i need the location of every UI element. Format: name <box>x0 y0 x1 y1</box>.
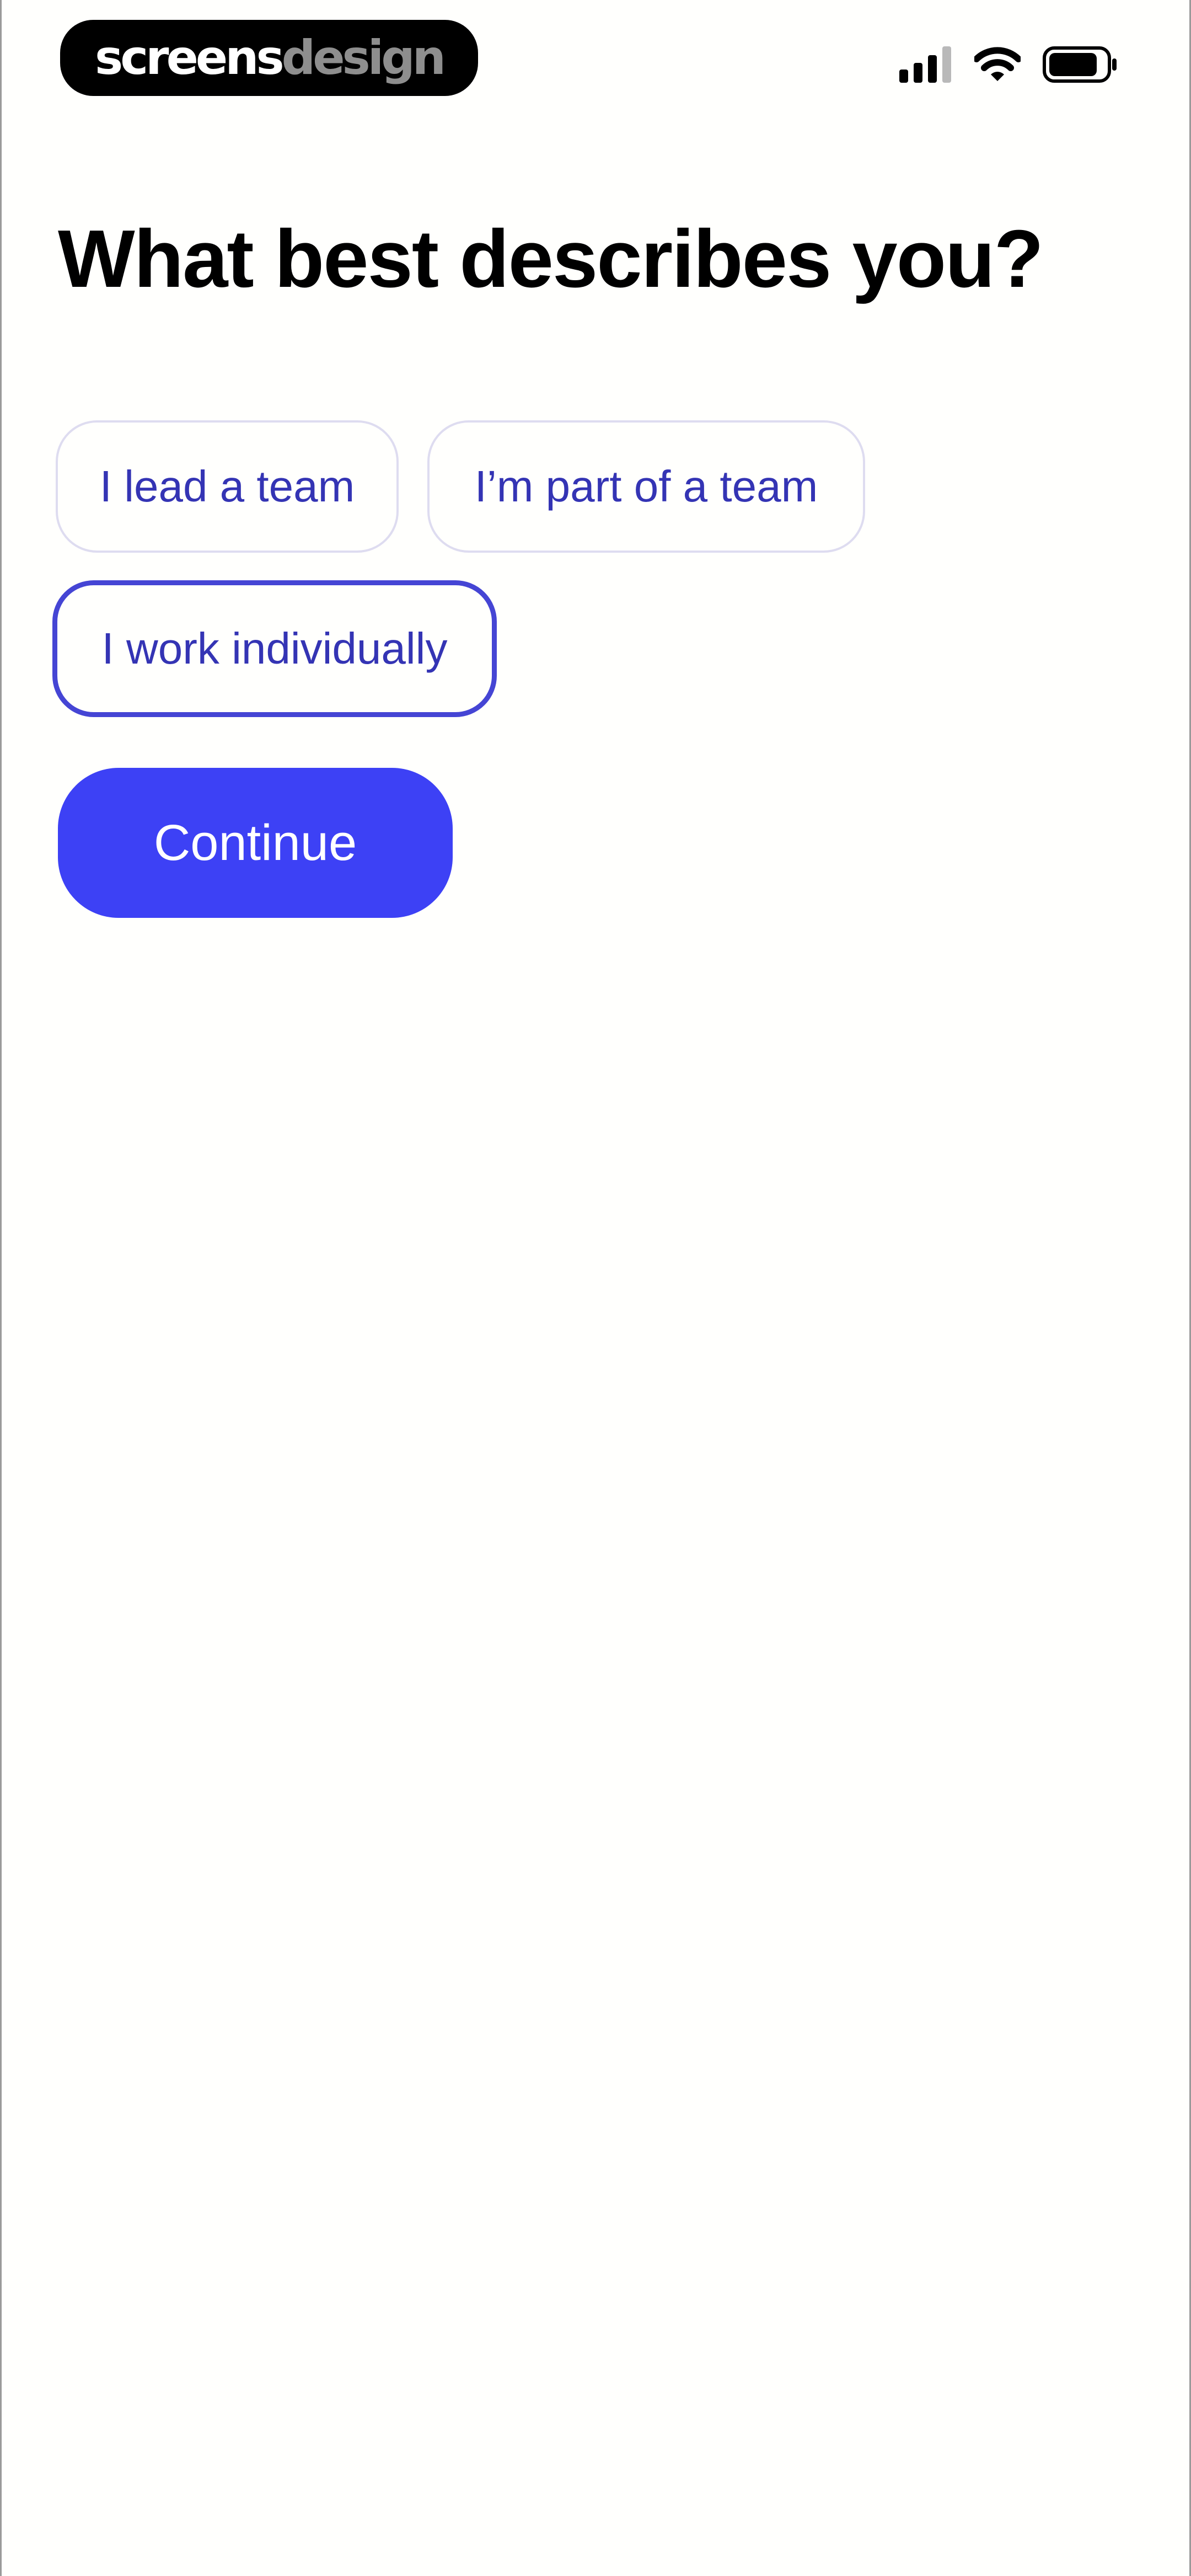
onboarding-screen: screens design What best describes you? … <box>0 0 1191 2576</box>
brand-logo-part1: screens <box>95 30 285 85</box>
cellular-signal-icon <box>899 46 952 85</box>
wifi-icon <box>973 46 1022 85</box>
option-part-of-team[interactable]: I’m part of a team <box>427 420 865 553</box>
brand-logo-part2: design <box>281 30 446 85</box>
battery-icon <box>1043 46 1118 85</box>
continue-button[interactable]: Continue <box>58 768 453 918</box>
status-icons <box>899 46 1118 85</box>
option-work-individually[interactable]: I work individually <box>52 580 497 717</box>
brand-logo: screens design <box>60 20 478 96</box>
option-lead-team[interactable]: I lead a team <box>56 420 399 553</box>
page-title: What best describes you? <box>58 213 1044 304</box>
